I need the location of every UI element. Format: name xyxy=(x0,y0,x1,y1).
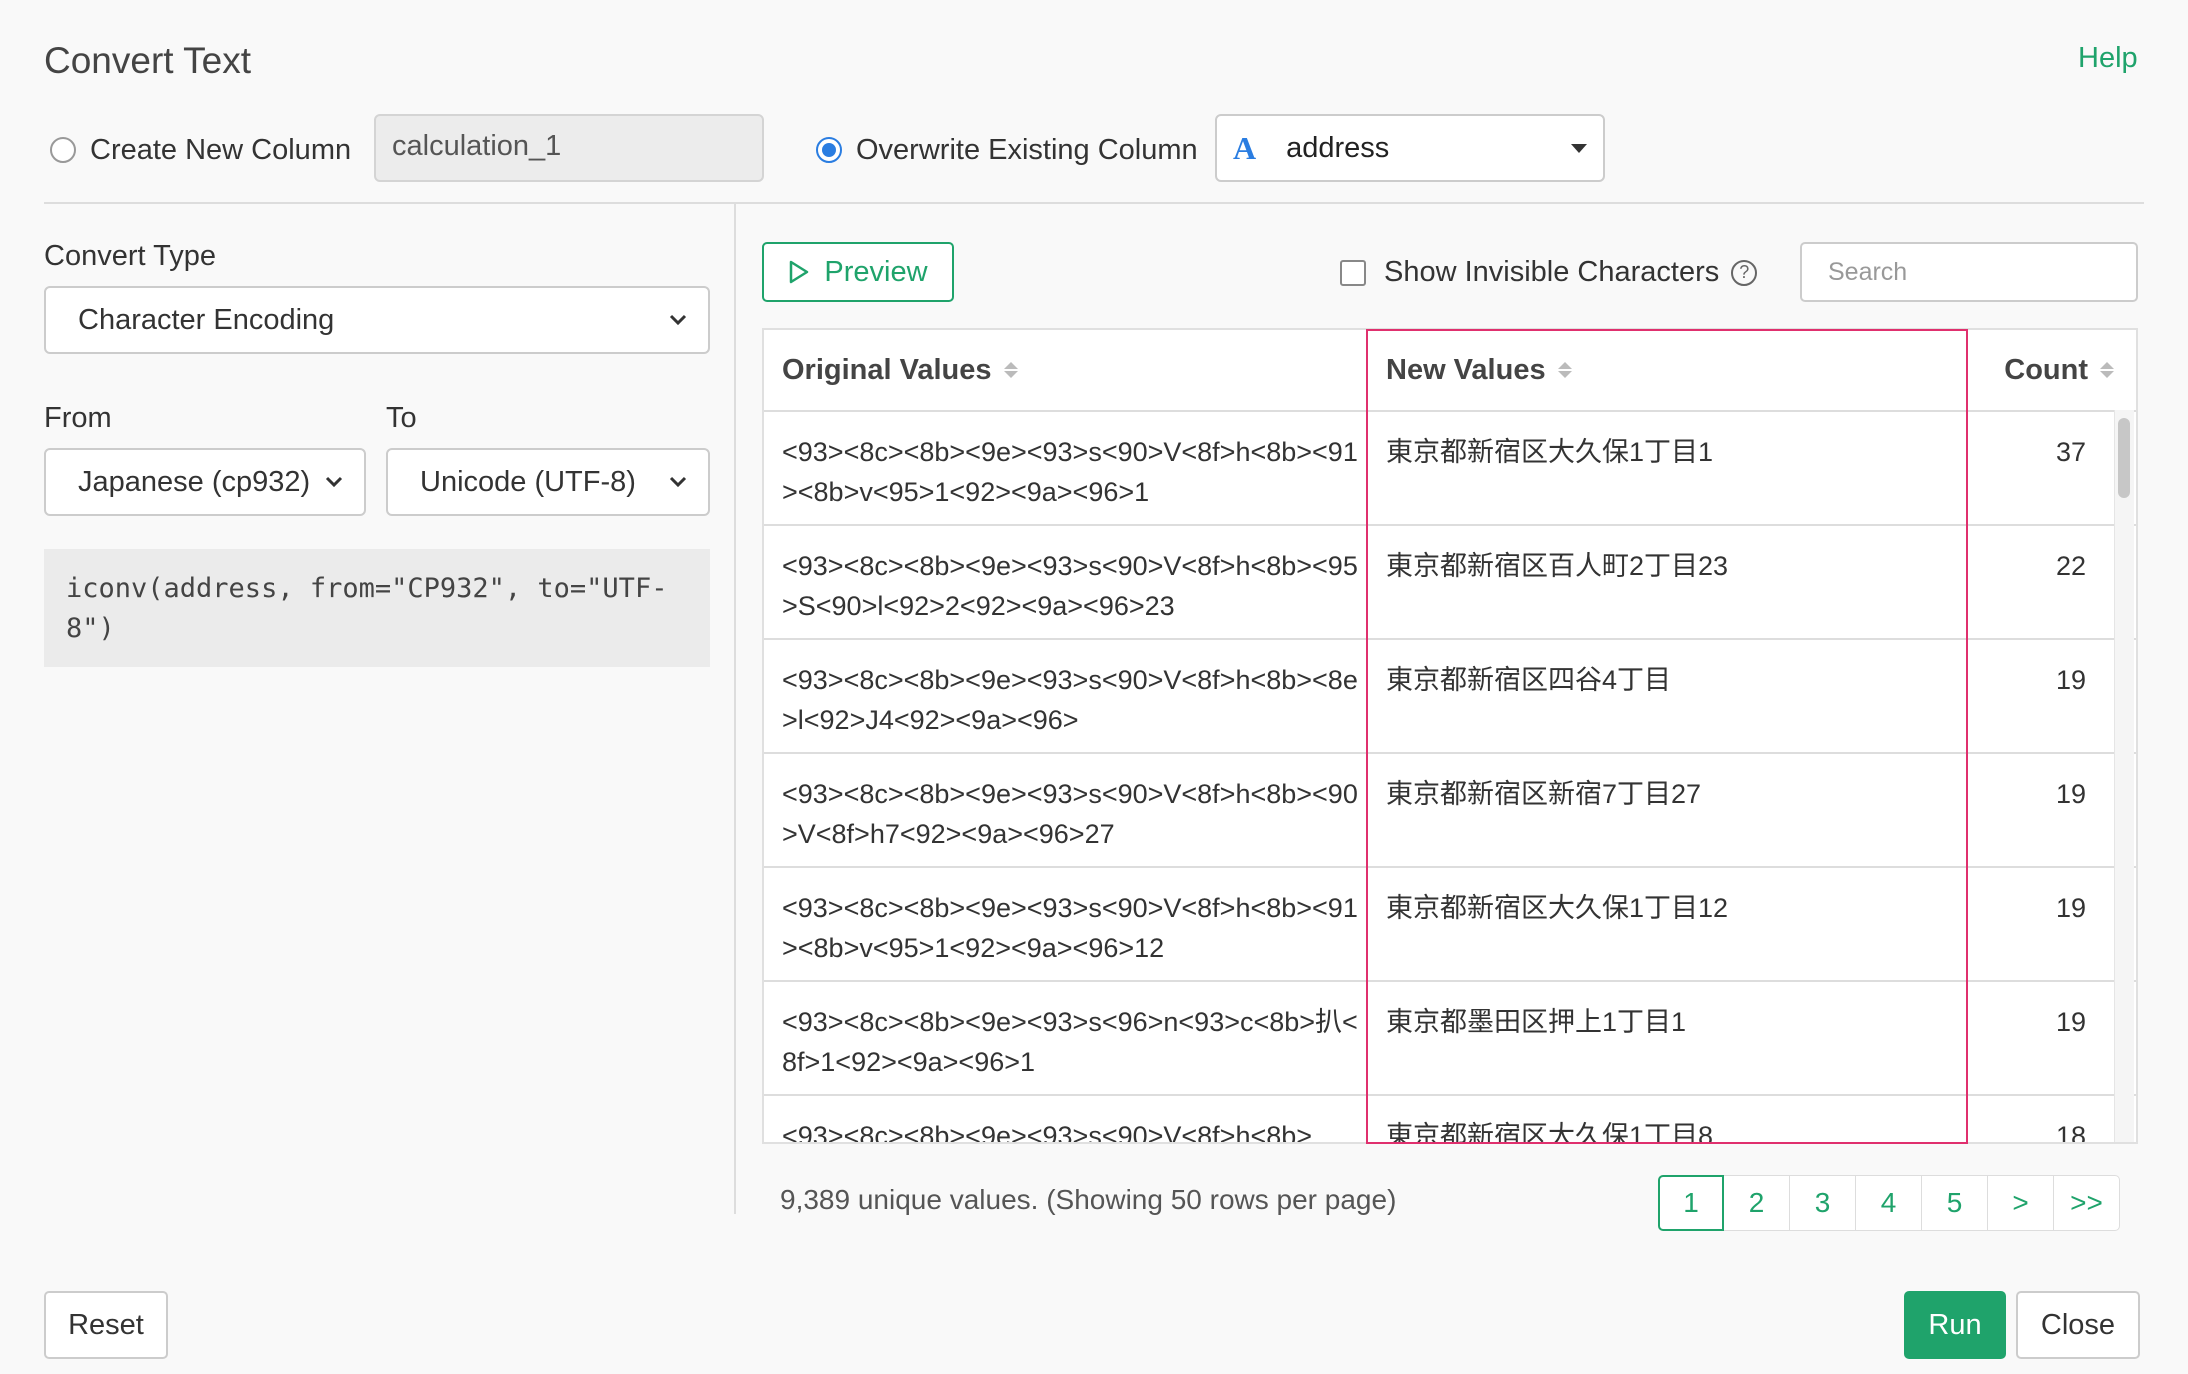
search-box[interactable] xyxy=(1800,242,2150,302)
next-page-button[interactable]: > xyxy=(1988,1175,2054,1231)
preview-button[interactable]: Preview xyxy=(762,242,954,302)
last-page-button[interactable]: >> xyxy=(2054,1175,2120,1231)
create-new-column-label: Create New Column xyxy=(90,133,352,166)
count-cell: 22 xyxy=(2055,551,2086,581)
new-value-cell: 東京都新宿区新宿7丁目27 xyxy=(1386,779,1702,809)
overwrite-column-radio[interactable] xyxy=(816,137,842,163)
dialog-title: Convert Text xyxy=(44,40,252,81)
page-button-4[interactable]: 4 xyxy=(1856,1175,1922,1231)
new-values-header[interactable]: New Values xyxy=(1368,330,1968,410)
count-cell: 18 xyxy=(2055,1121,2086,1144)
create-new-column-option[interactable]: Create New Column xyxy=(50,115,351,185)
to-encoding-value: Unicode (UTF-8) xyxy=(420,465,636,498)
preview-button-label: Preview xyxy=(824,255,928,288)
new-values-header-label: New Values xyxy=(1386,353,1546,386)
show-invisible-checkbox[interactable] xyxy=(1340,259,1366,286)
count-cell: 19 xyxy=(2055,893,2086,923)
new-value-cell: 東京都新宿区大久保1丁目8 xyxy=(1386,1121,1714,1144)
table-row: <93><8c><8b><9e><93>s<90>V<8f>h<8b><91><… xyxy=(764,412,2136,526)
close-button[interactable]: Close xyxy=(2016,1291,2140,1359)
chevron-down-icon xyxy=(325,476,343,488)
table-row: <93><8c><8b><9e><93>s<90>V<8f>h<8b><8e>l… xyxy=(764,640,2136,754)
convert-type-label: Convert Type xyxy=(44,240,216,272)
unique-values-summary: 9,389 unique values. (Showing 50 rows pe… xyxy=(780,1184,1397,1215)
count-header-label: Count xyxy=(2004,353,2088,386)
table-row: <93><8c><8b><9e><93>s<96>n<93>c<8b>扒<8f>… xyxy=(764,982,2136,1096)
count-cell: 19 xyxy=(2055,779,2086,809)
sort-icon[interactable] xyxy=(2100,362,2114,378)
overwrite-column-option[interactable]: Overwrite Existing Column xyxy=(816,115,1198,185)
count-header[interactable]: Count xyxy=(1968,330,2136,410)
to-label: To xyxy=(386,402,417,434)
sort-icon[interactable] xyxy=(1003,362,1018,378)
page-button-3[interactable]: 3 xyxy=(1790,1175,1856,1231)
generated-code: iconv(address, from="CP932", to="UTF-8") xyxy=(44,549,710,667)
table-body: <93><8c><8b><9e><93>s<90>V<8f>h<8b><91><… xyxy=(764,412,2136,1144)
original-values-header[interactable]: Original Values xyxy=(764,330,1368,410)
original-value-cell: <93><8c><8b><9e><93>s<90>V<8f>h<8b><91><… xyxy=(782,437,1358,507)
show-invisible-option[interactable]: Show Invisible Characters ? xyxy=(1340,256,1758,289)
convert-type-select[interactable]: Character Encoding xyxy=(44,286,710,354)
new-value-cell: 東京都新宿区百人町2丁目23 xyxy=(1386,551,1729,581)
table-scroll-thumb[interactable] xyxy=(2118,418,2130,498)
sort-icon[interactable] xyxy=(1557,362,1572,378)
panel-divider xyxy=(734,204,736,1214)
table-row: <93><8c><8b><9e><93>s<90>V<8f>h<8b><90>V… xyxy=(764,754,2136,868)
table-row: <93><8c><8b><9e><93>s<90>V<8f>h<8b> 東京都新… xyxy=(764,1096,2136,1144)
pagination: 1 2 3 4 5 > >> xyxy=(1658,1175,2120,1231)
question-icon[interactable]: ? xyxy=(1731,259,1758,286)
play-icon xyxy=(790,260,809,284)
table-scrollbar[interactable] xyxy=(2114,410,2134,1142)
help-link[interactable]: Help xyxy=(2078,42,2138,75)
count-cell: 19 xyxy=(2055,1007,2086,1037)
caret-down-icon xyxy=(1571,143,1587,153)
chevron-down-icon xyxy=(669,314,687,326)
from-encoding-select[interactable]: Japanese (cp932) xyxy=(44,448,366,516)
original-value-cell: <93><8c><8b><9e><93>s<96>n<93>c<8b>扒<8f>… xyxy=(782,1007,1358,1077)
from-encoding-value: Japanese (cp932) xyxy=(78,465,311,498)
create-new-column-radio[interactable] xyxy=(50,137,76,163)
count-cell: 19 xyxy=(2055,665,2086,695)
reset-button[interactable]: Reset xyxy=(44,1291,168,1359)
original-value-cell: <93><8c><8b><9e><93>s<90>V<8f>h<8b><8e>l… xyxy=(782,665,1358,735)
show-invisible-label: Show Invisible Characters xyxy=(1384,256,1720,288)
original-value-cell: <93><8c><8b><9e><93>s<90>V<8f>h<8b> xyxy=(782,1121,1313,1144)
preview-table: Original Values New Values Count <93><8c… xyxy=(762,328,2138,1144)
column-select-value: address xyxy=(1286,131,1390,164)
page-button-2[interactable]: 2 xyxy=(1724,1175,1790,1231)
new-value-cell: 東京都墨田区押上1丁目1 xyxy=(1386,1007,1687,1037)
convert-type-value: Character Encoding xyxy=(78,303,335,336)
header-divider xyxy=(44,202,2144,204)
original-value-cell: <93><8c><8b><9e><93>s<90>V<8f>h<8b><90>V… xyxy=(782,779,1358,849)
overwrite-column-label: Overwrite Existing Column xyxy=(856,133,1198,166)
search-input[interactable] xyxy=(1828,257,2150,287)
original-value-cell: <93><8c><8b><9e><93>s<90>V<8f>h<8b><91><… xyxy=(782,893,1358,963)
to-encoding-select[interactable]: Unicode (UTF-8) xyxy=(386,448,710,516)
new-value-cell: 東京都新宿区大久保1丁目1 xyxy=(1386,437,1714,467)
new-value-cell: 東京都新宿区大久保1丁目12 xyxy=(1386,893,1729,923)
page-button-1[interactable]: 1 xyxy=(1658,1175,1724,1231)
from-label: From xyxy=(44,402,112,434)
new-value-cell: 東京都新宿区四谷4丁目 xyxy=(1386,665,1672,695)
original-values-header-label: Original Values xyxy=(782,353,992,386)
page-button-5[interactable]: 5 xyxy=(1922,1175,1988,1231)
table-row: <93><8c><8b><9e><93>s<90>V<8f>h<8b><95>S… xyxy=(764,526,2136,640)
new-column-name-input: calculation_1 xyxy=(374,114,764,182)
table-header: Original Values New Values Count xyxy=(764,330,2136,412)
character-type-icon: A xyxy=(1233,129,1257,166)
chevron-down-icon xyxy=(669,476,687,488)
table-row: <93><8c><8b><9e><93>s<90>V<8f>h<8b><91><… xyxy=(764,868,2136,982)
original-value-cell: <93><8c><8b><9e><93>s<90>V<8f>h<8b><95>S… xyxy=(782,551,1358,621)
column-select[interactable]: A address xyxy=(1215,114,1605,182)
run-button[interactable]: Run xyxy=(1904,1291,2006,1359)
count-cell: 37 xyxy=(2055,437,2086,467)
